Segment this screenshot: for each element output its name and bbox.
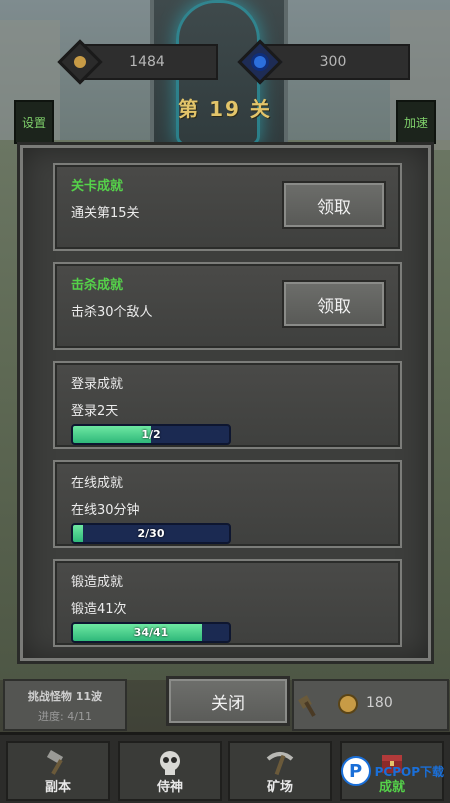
settings-button[interactable]: 设置 [14, 100, 54, 144]
achievement-title: 锻造成就 [71, 575, 124, 590]
achievement-desc: 锻造41次 [71, 602, 127, 617]
stage-title: 第 19 关 [178, 97, 272, 121]
achievement-card-online: 在线成就 在线30分钟 2/30 [53, 460, 402, 548]
achievement-desc: 登录2天 [71, 404, 119, 419]
forge-cost: 180 [366, 695, 393, 711]
challenge-title: 挑战怪物 11波 [27, 690, 103, 703]
nav-dungeon[interactable]: 副本 [6, 741, 110, 801]
challenge-panel[interactable]: 挑战怪物 11波 进度: 4/11 [3, 679, 127, 731]
progress-bar: 2/30 [71, 523, 231, 544]
skull-icon [160, 751, 180, 775]
gem-value: 300 [319, 54, 347, 70]
progress-text: 34/41 [133, 626, 169, 639]
progress-bar: 34/41 [71, 622, 231, 643]
achievement-desc: 通关第15关 [71, 206, 140, 221]
watermark: P PCPOP下载 [340, 756, 444, 786]
achievement-card-forge: 锻造成就 锻造41次 34/41 [53, 559, 402, 647]
achievement-desc: 在线30分钟 [71, 503, 140, 518]
nav-label: 副本 [44, 780, 71, 795]
achievement-card-kill: 击杀成就 击杀30个敌人 领取 [53, 262, 402, 350]
hammer-icon [46, 750, 64, 775]
watermark-logo: P [340, 756, 371, 786]
watermark-brand: PCPOP下载 [374, 764, 444, 779]
achievement-title: 登录成就 [71, 377, 124, 392]
challenge-progress: 进度: 4/11 [38, 710, 92, 723]
progress-text: 2/30 [137, 527, 165, 540]
anvil-icon [298, 695, 316, 717]
achievements-modal: 关卡成就 通关第15关 领取 击杀成就 击杀30个敌人 领取 登录成就 登录2天… [20, 145, 431, 661]
nav-servants[interactable]: 侍神 [118, 741, 222, 801]
close-button[interactable]: 关闭 [166, 676, 290, 726]
nav-label: 矿场 [266, 780, 293, 795]
forge-panel[interactable]: 180 [292, 679, 449, 731]
claim-button[interactable]: 领取 [282, 181, 386, 229]
achievement-card-login: 登录成就 登录2天 1/2 [53, 361, 402, 449]
claim-button[interactable]: 领取 [282, 280, 386, 328]
achievement-title: 击杀成就 [71, 278, 124, 293]
nav-label: 侍神 [156, 780, 183, 795]
nav-mine[interactable]: 矿场 [228, 741, 332, 801]
pickaxe-icon [266, 752, 294, 776]
achievement-title: 在线成就 [71, 476, 124, 491]
achievement-card-stage: 关卡成就 通关第15关 领取 [53, 163, 402, 251]
progress-text: 1/2 [141, 428, 161, 441]
achievement-desc: 击杀30个敌人 [71, 305, 153, 320]
speed-button[interactable]: 加速 [396, 100, 436, 144]
achievement-title: 关卡成就 [71, 179, 124, 194]
gold-value: 1484 [129, 54, 165, 70]
progress-bar: 1/2 [71, 424, 231, 445]
coin-icon [340, 696, 356, 712]
